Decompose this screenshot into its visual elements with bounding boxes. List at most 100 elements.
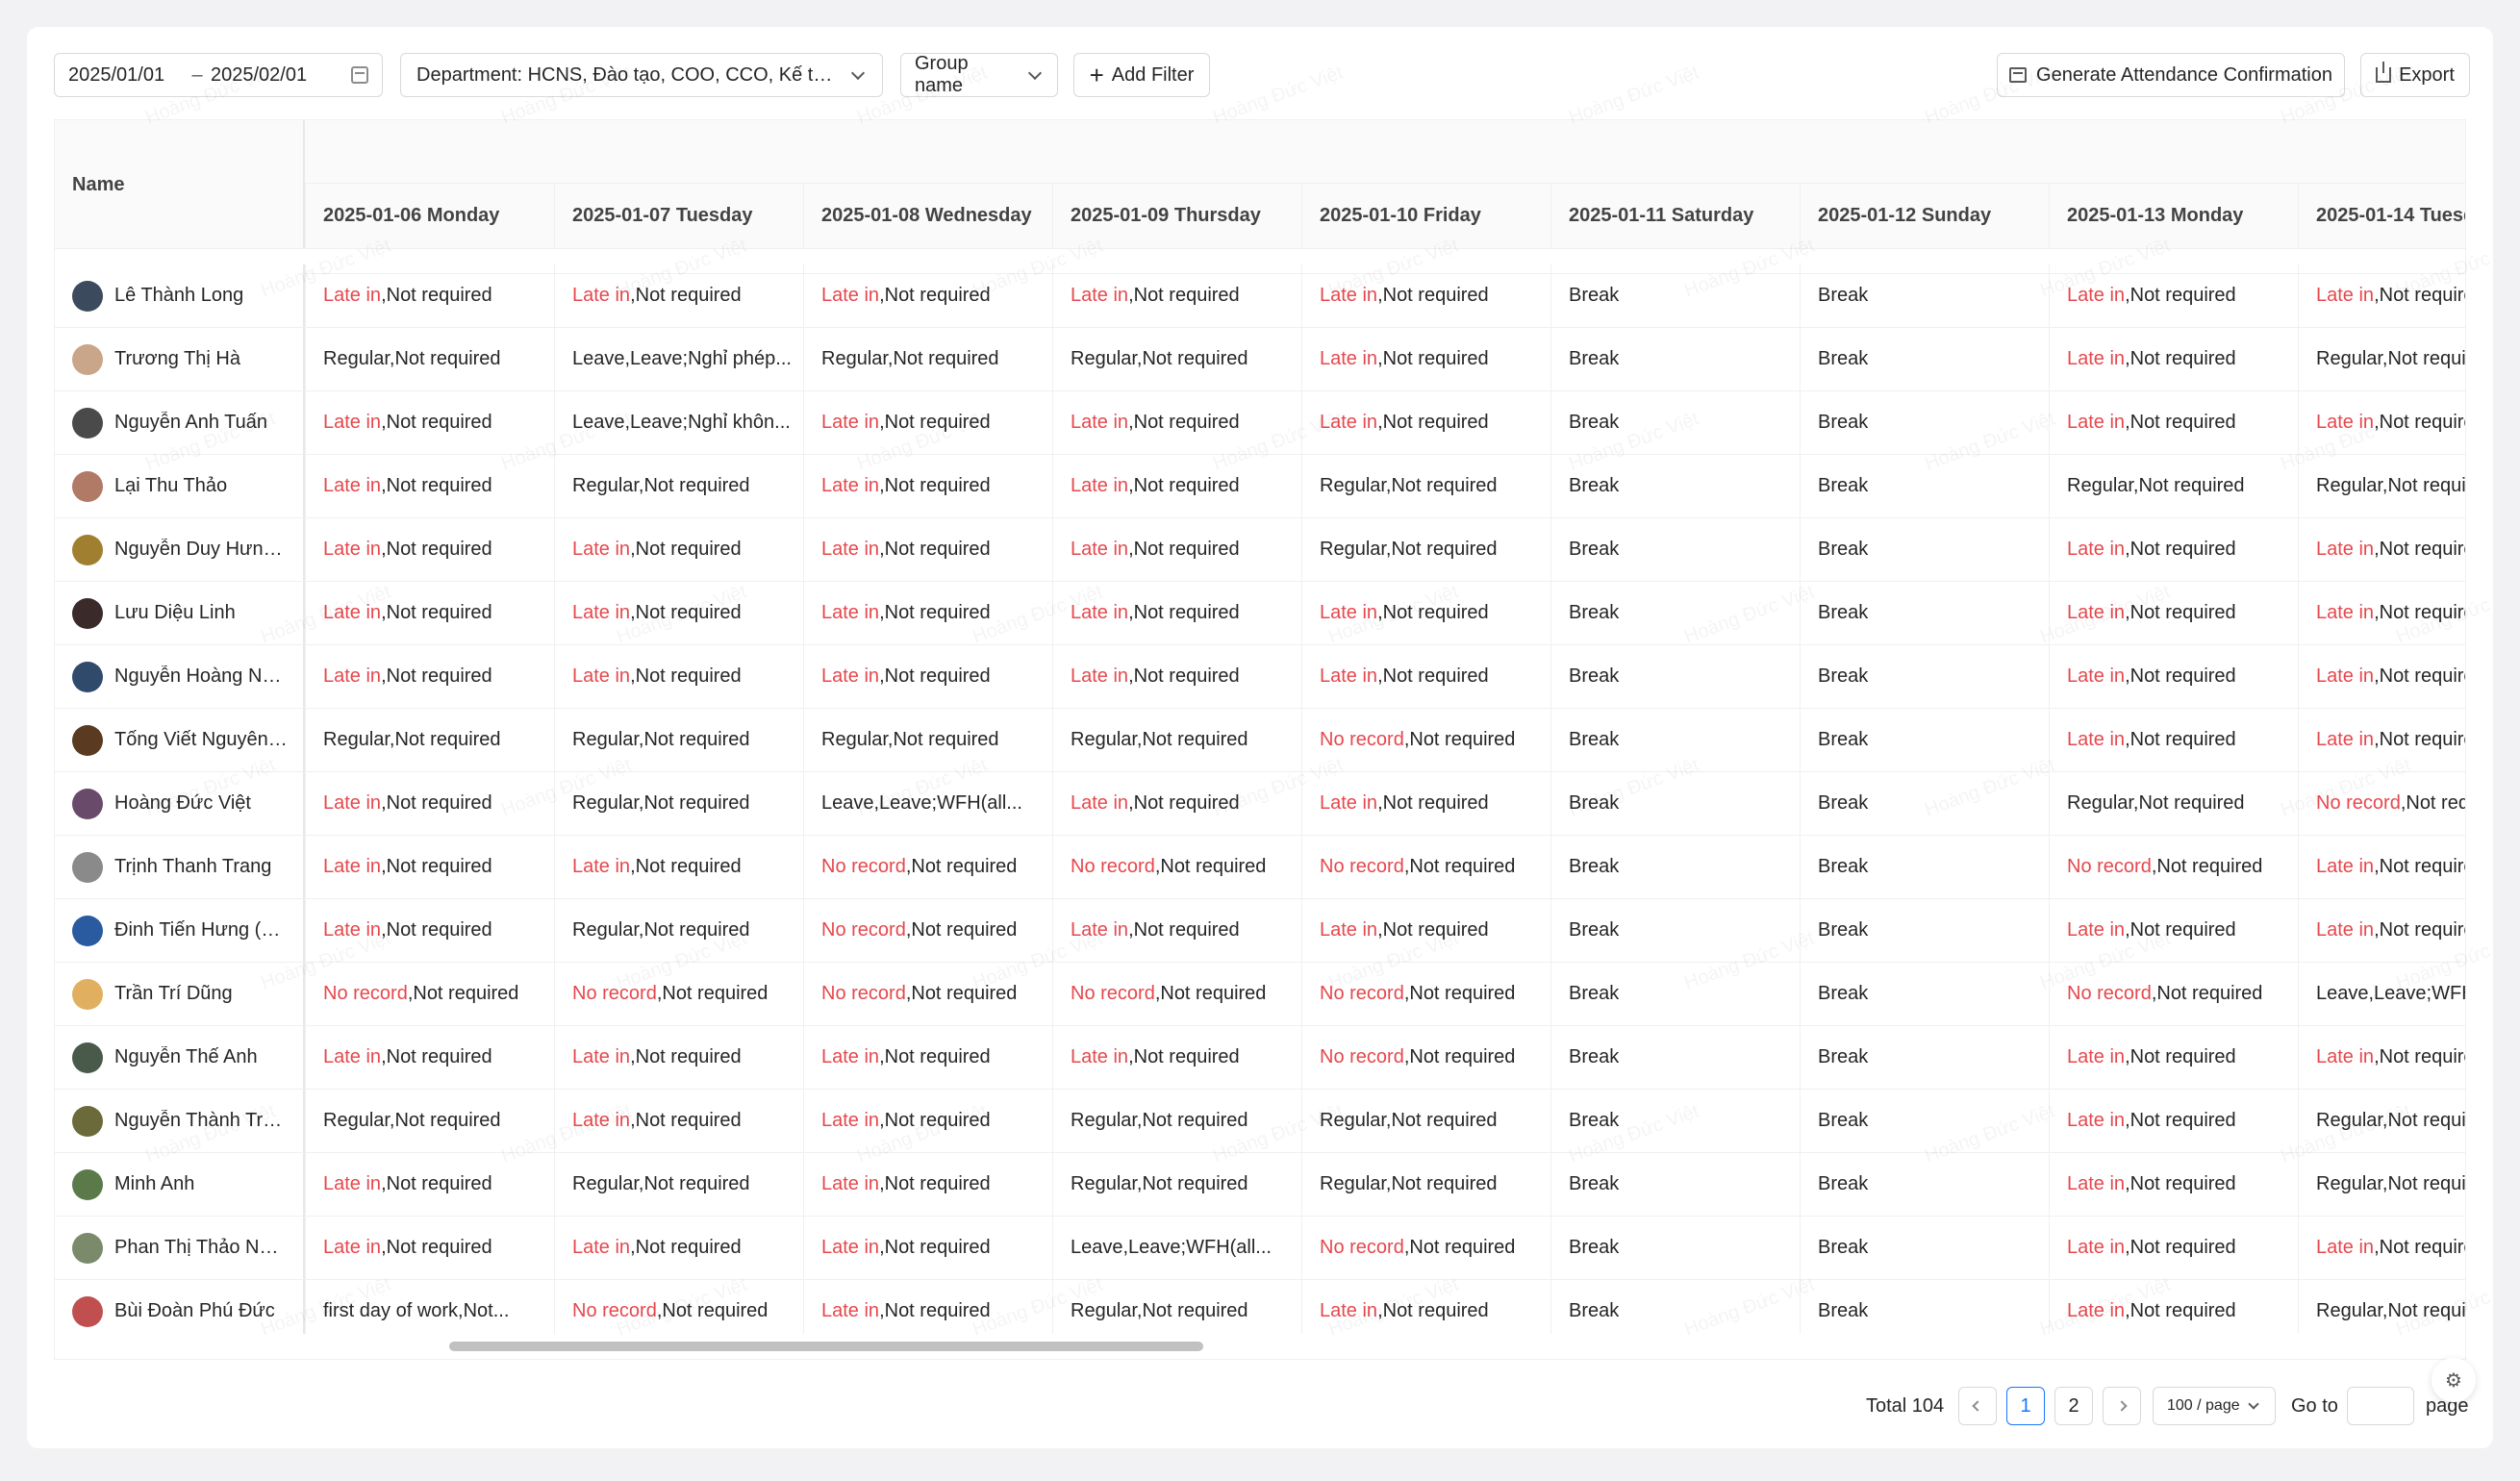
attendance-cell[interactable]: Late in,Not required (2049, 1153, 2298, 1216)
attendance-cell[interactable]: Late in,Not required (2049, 1026, 2298, 1089)
attendance-cell[interactable]: Break (1550, 455, 1800, 517)
attendance-cell[interactable]: Break (1800, 836, 2049, 898)
attendance-cell[interactable]: Regular,Not required (305, 1090, 554, 1152)
attendance-cell[interactable]: No record,Not required (2298, 772, 2465, 835)
attendance-cell[interactable]: Late in,Not required (554, 1217, 803, 1279)
day-column-header[interactable]: 2025-01-11 Saturday (1550, 184, 1800, 248)
attendance-cell[interactable]: Late in,Not required (2049, 1280, 2298, 1336)
attendance-cell[interactable]: Late in,Not required (305, 1026, 554, 1089)
attendance-cell[interactable]: Break (1550, 328, 1800, 390)
attendance-cell[interactable]: Late in,Not required (305, 455, 554, 517)
attendance-cell[interactable]: Break (1550, 963, 1800, 1025)
attendance-cell[interactable]: Regular,Not required (554, 709, 803, 771)
attendance-cell[interactable]: Late in,Not required (554, 645, 803, 708)
attendance-cell[interactable]: Break (1550, 836, 1800, 898)
attendance-cell[interactable]: Late in,Not required (2298, 582, 2465, 644)
attendance-cell[interactable]: Leave,Leave;WFH(all... (803, 772, 1052, 835)
attendance-cell[interactable]: Break (1800, 391, 2049, 454)
employee-name-cell[interactable]: Lại Thu Thảo (55, 455, 305, 517)
attendance-cell[interactable]: Regular,Not required (1052, 1280, 1301, 1336)
attendance-cell[interactable]: Leave,Leave;WFH... (2298, 963, 2465, 1025)
attendance-cell[interactable]: No record,Not required (1301, 1026, 1550, 1089)
day-column-header[interactable]: 2025-01-06 Monday (305, 184, 554, 248)
attendance-cell[interactable]: Break (1550, 899, 1800, 962)
attendance-cell[interactable]: Regular,Not required (554, 455, 803, 517)
attendance-cell[interactable]: Late in,Not required (1052, 1026, 1301, 1089)
attendance-cell[interactable]: Late in,Not required (1301, 582, 1550, 644)
attendance-cell[interactable]: Late in,Not required (2298, 518, 2465, 581)
attendance-cell[interactable]: Break (1550, 518, 1800, 581)
attendance-cell[interactable]: Late in,Not required (1301, 645, 1550, 708)
employee-name-cell[interactable]: Minh Anh (55, 1153, 305, 1216)
horizontal-scrollbar[interactable] (55, 1334, 2465, 1359)
attendance-cell[interactable]: Break (1550, 264, 1800, 327)
group-name-select[interactable]: Group name (900, 53, 1058, 97)
attendance-cell[interactable]: No record,Not required (1052, 836, 1301, 898)
attendance-cell[interactable]: Late in,Not required (803, 391, 1052, 454)
attendance-cell[interactable]: Late in,Not required (554, 1090, 803, 1152)
page-2-button[interactable]: 2 (2054, 1387, 2093, 1425)
employee-name-cell[interactable]: Nguyễn Thế Anh (55, 1026, 305, 1089)
attendance-cell[interactable]: Late in,Not required (803, 1217, 1052, 1279)
attendance-cell[interactable]: Late in,Not required (305, 772, 554, 835)
attendance-cell[interactable]: No record,Not required (803, 899, 1052, 962)
attendance-cell[interactable]: Late in,Not required (2298, 709, 2465, 771)
attendance-cell[interactable]: Late in,Not required (554, 836, 803, 898)
name-column-header[interactable]: Name (55, 120, 305, 249)
day-column-header[interactable]: 2025-01-09 Thursday (1052, 184, 1301, 248)
attendance-cell[interactable]: Regular,Not required (554, 899, 803, 962)
next-page-button[interactable] (2103, 1387, 2141, 1425)
attendance-cell[interactable]: Late in,Not required (2298, 1026, 2465, 1089)
attendance-cell[interactable]: Late in,Not required (2049, 391, 2298, 454)
day-column-header[interactable]: 2025-01-13 Monday (2049, 184, 2298, 248)
add-filter-button[interactable]: + Add Filter (1073, 53, 1210, 97)
attendance-cell[interactable]: Late in,Not required (305, 582, 554, 644)
attendance-cell[interactable]: Break (1550, 1280, 1800, 1336)
attendance-cell[interactable]: Late in,Not required (1301, 328, 1550, 390)
employee-name-cell[interactable]: Lưu Diệu Linh (55, 582, 305, 644)
table-row[interactable]: Trịnh Thanh Trang Late in ,Not required Lat… (55, 836, 2465, 899)
attendance-cell[interactable]: Late in,Not required (803, 264, 1052, 327)
employee-name-cell[interactable]: Nguyễn Anh Tuấn (55, 391, 305, 454)
attendance-cell[interactable]: Regular,Not required (554, 772, 803, 835)
attendance-cell[interactable]: Late in,Not required (2049, 645, 2298, 708)
attendance-cell[interactable]: Late in,Not required (2298, 264, 2465, 327)
attendance-cell[interactable]: Regular,Not required (305, 328, 554, 390)
attendance-cell[interactable]: Break (1800, 899, 2049, 962)
attendance-cell[interactable]: Late in,Not required (1052, 899, 1301, 962)
attendance-cell[interactable]: Regular,Not required (2298, 1090, 2465, 1152)
attendance-cell[interactable]: Late in,Not required (1301, 899, 1550, 962)
table-row[interactable]: Trương Thị Hà Regular,Not required Leave,L… (55, 328, 2465, 391)
table-row[interactable]: Đinh Tiến Hưng (K... Late in ,Not required… (55, 899, 2465, 963)
attendance-cell[interactable]: Break (1800, 1153, 2049, 1216)
table-row[interactable]: Nguyễn Anh Tuấn Late in ,Not required Leave… (55, 391, 2465, 455)
table-row[interactable]: Minh Anh Late in ,Not required Regular,Not … (55, 1153, 2465, 1217)
attendance-cell[interactable]: Leave,Leave;Nghỉ khôn... (554, 391, 803, 454)
attendance-cell[interactable]: Late in,Not required (1052, 645, 1301, 708)
attendance-cell[interactable]: Break (1800, 963, 2049, 1025)
employee-name-cell[interactable]: Hoàng Đức Việt (55, 772, 305, 835)
attendance-cell[interactable]: Late in,Not required (305, 391, 554, 454)
attendance-cell[interactable]: Late in,Not required (2049, 709, 2298, 771)
attendance-cell[interactable]: No record,Not required (2049, 963, 2298, 1025)
attendance-cell[interactable]: No record,Not required (803, 963, 1052, 1025)
table-row[interactable]: Nguyễn Thành Tru... Regular,Not required L… (55, 1090, 2465, 1153)
date-range-picker[interactable]: 2025/01/01 – 2025/02/01 (54, 53, 383, 97)
date-start[interactable]: 2025/01/01 (68, 64, 184, 87)
attendance-cell[interactable]: Break (1550, 1217, 1800, 1279)
attendance-cell[interactable]: Late in,Not required (803, 1090, 1052, 1152)
employee-name-cell[interactable]: Trương Thị Hà (55, 328, 305, 390)
attendance-cell[interactable]: Break (1550, 1153, 1800, 1216)
attendance-cell[interactable]: No record,Not required (554, 1280, 803, 1336)
attendance-cell[interactable]: Leave,Leave;WFH(all... (1052, 1217, 1301, 1279)
attendance-cell[interactable]: Regular,Not required (803, 709, 1052, 771)
attendance-cell[interactable]: Break (1800, 709, 2049, 771)
employee-name-cell[interactable]: Nguyễn Duy Hưng ... (55, 518, 305, 581)
calendar-icon[interactable] (351, 66, 368, 84)
day-column-header[interactable]: 2025-01-08 Wednesday (803, 184, 1052, 248)
attendance-cell[interactable]: No record,Not required (1301, 709, 1550, 771)
attendance-cell[interactable]: Late in,Not required (803, 1026, 1052, 1089)
attendance-cell[interactable]: Regular,Not required (2049, 455, 2298, 517)
day-column-header[interactable]: 2025-01-12 Sunday (1800, 184, 2049, 248)
table-row[interactable]: Hoàng Đức Việt Late in ,Not required Regula… (55, 772, 2465, 836)
